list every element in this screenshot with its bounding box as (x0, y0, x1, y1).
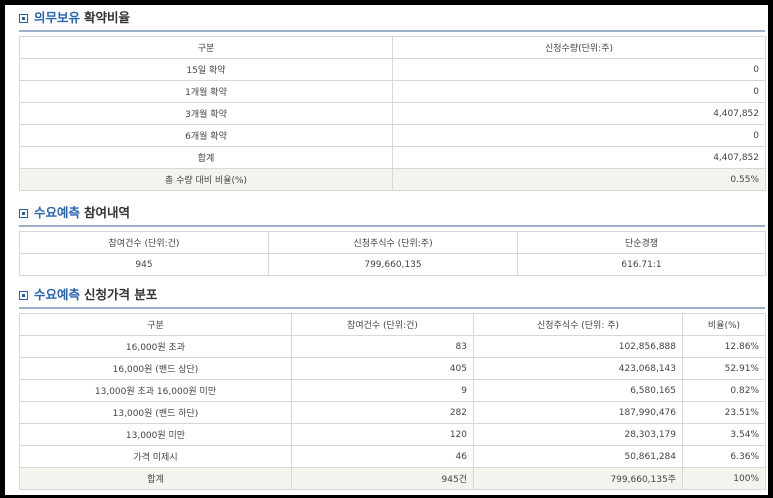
shares-value: 28,303,179 (473, 423, 683, 446)
ratio-value: 23.51% (682, 401, 766, 424)
count-value: 282 (291, 401, 474, 424)
price-band: 13,000원 (밴드 하단) (19, 401, 292, 424)
section-title-highlight: 의무보유 (34, 10, 81, 25)
section-title-lockup: 의무보유 확약비율 (19, 9, 130, 27)
shares-value: 187,990,476 (473, 401, 683, 424)
count-value: 945건 (291, 467, 474, 490)
ratio-value: 52.91% (682, 357, 766, 380)
price-band: 13,000원 미만 (19, 423, 292, 446)
header-quantity: 신청수량(단위:주) (392, 36, 766, 59)
table-row: 13,000원 초과 16,000원 미만 9 6,580,165 0.82% (19, 379, 766, 402)
count-value: 9 (291, 379, 474, 402)
price-band: 13,000원 초과 16,000원 미만 (19, 379, 292, 402)
table-row: 6개월 확약 0 (19, 124, 766, 147)
count-value: 83 (291, 335, 474, 358)
row-label: 6개월 확약 (19, 124, 393, 147)
ratio-value: 6.36% (682, 445, 766, 468)
table-header-row: 구분 참여건수 (단위:건) 신청주식수 (단위: 주) 비율(%) (19, 313, 766, 336)
section-title-highlight: 수요예측 (34, 205, 81, 220)
ratio-value: 0.82% (682, 379, 766, 402)
section-title-price-distribution: 수요예측 신청가격 분포 (19, 286, 157, 304)
table-row: 16,000원 (밴드 상단) 405 423,068,143 52.91% (19, 357, 766, 380)
section-bullet-icon (19, 290, 28, 300)
row-value: 0.55% (392, 168, 766, 191)
count-value: 405 (291, 357, 474, 380)
row-label: 3개월 확약 (19, 102, 393, 125)
ratio-value: 100% (682, 467, 766, 490)
row-value: 4,407,852 (392, 146, 766, 169)
header-category: 구분 (19, 313, 292, 336)
row-label: 합계 (19, 146, 393, 169)
header-competition: 단순경쟁 (517, 231, 766, 254)
participation-table: 참여건수 (단위:건) 신청주식수 (단위:주) 단순경쟁 945 799,66… (19, 231, 766, 276)
count-value: 46 (291, 445, 474, 468)
section-divider (19, 307, 765, 309)
header-shares: 신청주식수 (단위: 주) (473, 313, 683, 336)
header-count: 참여건수 (단위:건) (19, 231, 269, 254)
section-divider (19, 225, 765, 227)
table-row: 3개월 확약 4,407,852 (19, 102, 766, 125)
shares-value: 799,660,135주 (473, 467, 683, 490)
table-header-row: 참여건수 (단위:건) 신청주식수 (단위:주) 단순경쟁 (19, 231, 766, 254)
shares-value: 50,861,284 (473, 445, 683, 468)
section-title-highlight: 수요예측 (34, 287, 81, 302)
table-row: 1개월 확약 0 (19, 80, 766, 103)
section-title-participation: 수요예측 참여내역 (19, 204, 130, 222)
section-title-text: 신청가격 분포 (84, 287, 158, 302)
header-count: 참여건수 (단위:건) (291, 313, 474, 336)
table-row-total: 합계 4,407,852 (19, 146, 766, 169)
header-shares: 신청주식수 (단위:주) (268, 231, 518, 254)
section-title-text: 참여내역 (84, 205, 131, 220)
header-ratio: 비율(%) (682, 313, 766, 336)
table-row-total: 합계 945건 799,660,135주 100% (19, 467, 766, 490)
table-row: 13,000원 미만 120 28,303,179 3.54% (19, 423, 766, 446)
participation-shares: 799,660,135 (268, 253, 518, 276)
section-bullet-icon (19, 13, 28, 23)
table-row-ratio: 총 수량 대비 비율(%) 0.55% (19, 168, 766, 191)
table-header-row: 구분 신청수량(단위:주) (19, 36, 766, 59)
lockup-table: 구분 신청수량(단위:주) 15일 확약 0 1개월 확약 0 3개월 확약 4… (19, 36, 766, 191)
table-row: 15일 확약 0 (19, 58, 766, 81)
row-label: 15일 확약 (19, 58, 393, 81)
shares-value: 423,068,143 (473, 357, 683, 380)
row-label: 총 수량 대비 비율(%) (19, 168, 393, 191)
table-row: 16,000원 초과 83 102,856,888 12.86% (19, 335, 766, 358)
page: 의무보유 확약비율 구분 신청수량(단위:주) 15일 확약 0 1개월 확약 … (5, 5, 768, 495)
header-category: 구분 (19, 36, 393, 59)
price-band: 합계 (19, 467, 292, 490)
ratio-value: 3.54% (682, 423, 766, 446)
row-label: 1개월 확약 (19, 80, 393, 103)
table-row: 가격 미제시 46 50,861,284 6.36% (19, 445, 766, 468)
price-band: 16,000원 (밴드 상단) (19, 357, 292, 380)
count-value: 120 (291, 423, 474, 446)
section-title-text: 확약비율 (84, 10, 131, 25)
row-value: 0 (392, 58, 766, 81)
shares-value: 6,580,165 (473, 379, 683, 402)
row-value: 0 (392, 80, 766, 103)
shares-value: 102,856,888 (473, 335, 683, 358)
table-row: 945 799,660,135 616.71:1 (19, 253, 766, 276)
price-band: 가격 미제시 (19, 445, 292, 468)
section-bullet-icon (19, 208, 28, 218)
price-band: 16,000원 초과 (19, 335, 292, 358)
table-row: 13,000원 (밴드 하단) 282 187,990,476 23.51% (19, 401, 766, 424)
price-distribution-table: 구분 참여건수 (단위:건) 신청주식수 (단위: 주) 비율(%) 16,00… (19, 313, 766, 490)
participation-count: 945 (19, 253, 269, 276)
row-value: 4,407,852 (392, 102, 766, 125)
competition-ratio: 616.71:1 (517, 253, 766, 276)
ratio-value: 12.86% (682, 335, 766, 358)
section-divider (19, 30, 765, 32)
row-value: 0 (392, 124, 766, 147)
